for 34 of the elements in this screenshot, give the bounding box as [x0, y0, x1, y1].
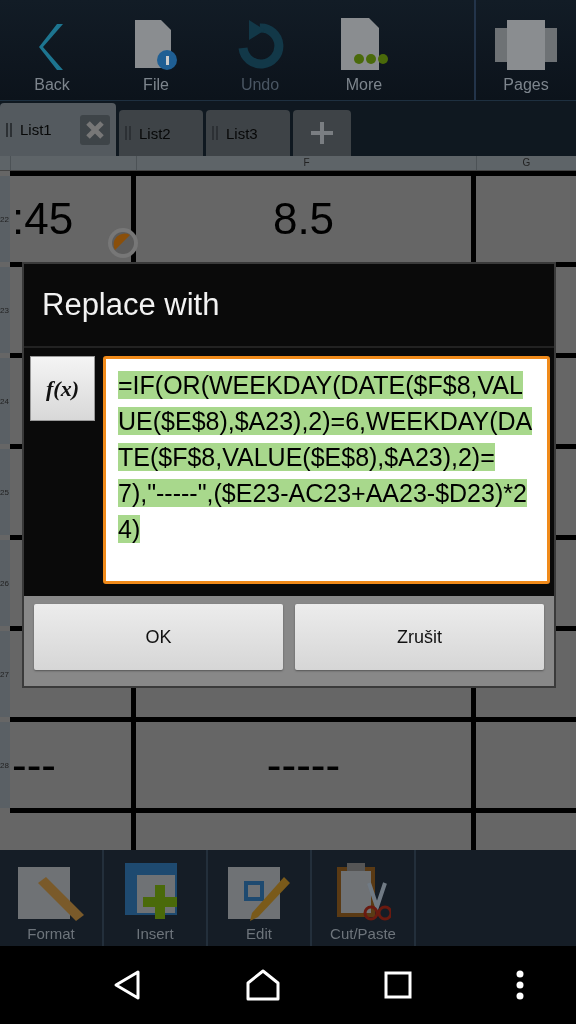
toolbar-button[interactable]: Insert: [104, 850, 208, 946]
dialog-title: Replace with: [42, 287, 220, 323]
toolbar-button[interactable]: Back: [0, 0, 104, 100]
table-cell: -----: [136, 717, 476, 808]
column-header[interactable]: G: [476, 156, 576, 170]
toolbar-button[interactable]: File: [104, 0, 208, 100]
row-number[interactable]: 22: [0, 176, 10, 262]
pages-button[interactable]: Pages: [476, 0, 576, 100]
document-dots-icon: [339, 16, 389, 72]
selection-handle-icon[interactable]: [107, 227, 139, 259]
row-number[interactable]: 24: [0, 358, 10, 444]
column-header[interactable]: F: [136, 156, 476, 170]
home-icon[interactable]: [246, 969, 280, 1001]
plus-icon: [311, 122, 333, 144]
sheet-tab[interactable]: List1: [0, 103, 116, 156]
clipboard-scissors-icon: [335, 861, 391, 923]
more-icon[interactable]: [516, 970, 524, 1000]
table-cell: ---: [10, 717, 136, 808]
toolbar-button[interactable]: More: [312, 0, 416, 100]
function-button[interactable]: f(x): [30, 356, 95, 421]
sheet-tab[interactable]: List2: [119, 110, 203, 156]
cancel-button[interactable]: Zrušit: [295, 604, 544, 670]
toolbar-button[interactable]: Format: [0, 850, 104, 946]
formula-field[interactable]: =IF(OR(WEEKDAY(DATE($F$8,VALUE($E$8),$A23),2)=6,WEEKDAY(DATE($F$8,VALUE($E$8),$A23),2)=7),"-----",($E23-AC23+AA23-$D23)*24): [103, 356, 550, 584]
recents-icon[interactable]: [384, 971, 412, 999]
sheet-tab[interactable]: List3: [206, 110, 290, 156]
add-sheet-tab[interactable]: [293, 110, 351, 156]
toolbar-button[interactable]: Cut/Paste: [312, 850, 416, 946]
toolbar-button[interactable]: Edit: [208, 850, 312, 946]
document-info-icon: [133, 18, 179, 72]
grip-icon: [6, 122, 12, 137]
pages-icon: [493, 18, 559, 72]
back-icon[interactable]: [112, 969, 142, 1001]
ok-button[interactable]: OK: [34, 604, 283, 670]
